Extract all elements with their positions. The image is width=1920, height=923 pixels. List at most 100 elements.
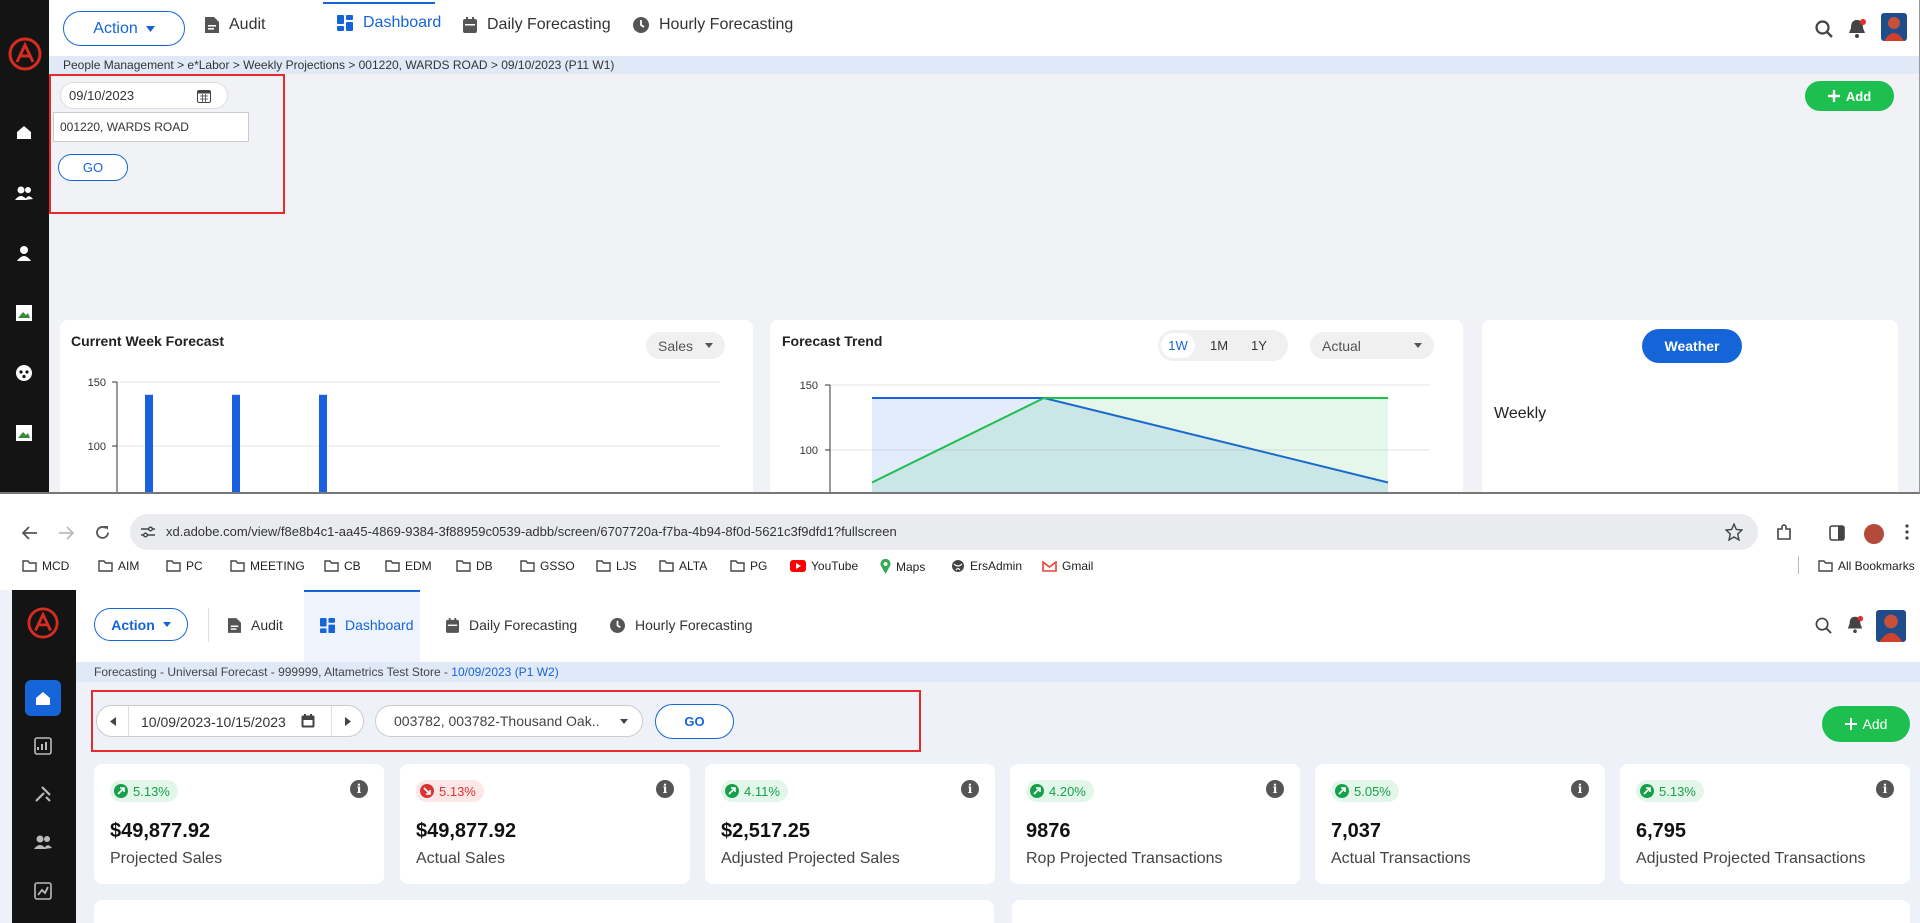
trend-up-icon xyxy=(1030,784,1044,798)
bookmark-aim[interactable]: AIM xyxy=(98,559,139,573)
y-tick-label: 150 xyxy=(88,377,106,389)
action-dropdown-button[interactable]: Action xyxy=(63,11,185,46)
address-bar[interactable]: xd.adobe.com/view/f8e8b4c1-aa45-4869-938… xyxy=(130,514,1758,550)
bookmark-label: YouTube xyxy=(811,559,859,573)
weather-button[interactable]: Weather xyxy=(1642,329,1742,363)
bookmark-meeting[interactable]: MEETING xyxy=(230,559,305,573)
users-icon[interactable] xyxy=(34,834,52,850)
next-week-button[interactable] xyxy=(331,706,363,736)
info-icon[interactable]: i xyxy=(1876,780,1894,798)
app-logo-icon[interactable] xyxy=(7,36,43,72)
bell-icon[interactable] xyxy=(1846,615,1864,633)
go-button[interactable]: GO xyxy=(655,704,734,739)
avatar[interactable] xyxy=(1881,13,1907,41)
home-icon[interactable] xyxy=(25,680,61,716)
image-icon[interactable] xyxy=(12,301,36,325)
folder-icon xyxy=(456,560,471,572)
analytics-icon[interactable] xyxy=(34,737,52,755)
kpi-pct: 5.13% xyxy=(439,783,476,799)
bookmark-mcd[interactable]: MCD xyxy=(22,559,69,573)
bookmark-pc[interactable]: PC xyxy=(166,559,203,573)
breadcrumb-separator: - xyxy=(156,665,168,679)
bookmark-alta[interactable]: ALTA xyxy=(659,559,707,573)
tools-icon[interactable] xyxy=(34,785,52,803)
kpi-trend-badge: 5.13% xyxy=(416,780,484,802)
store-select[interactable]: 003782, 003782-Thousand Oak.. xyxy=(375,705,643,737)
calendar-icon xyxy=(446,617,459,633)
forward-icon[interactable] xyxy=(58,526,74,540)
nav-daily-forecasting-label: Daily Forecasting xyxy=(469,617,578,633)
image-icon[interactable] xyxy=(12,421,36,445)
go-label: GO xyxy=(82,160,104,175)
home-icon[interactable] xyxy=(12,120,36,144)
nav-daily-forecasting[interactable]: Daily Forecasting xyxy=(446,617,577,633)
back-icon[interactable] xyxy=(22,526,38,540)
info-icon[interactable]: i xyxy=(961,780,979,798)
site-settings-icon[interactable] xyxy=(140,525,156,539)
nav-audit[interactable]: Audit xyxy=(205,16,265,34)
add-button[interactable]: Add xyxy=(1822,706,1910,742)
bell-icon[interactable] xyxy=(1847,18,1867,38)
profile-avatar[interactable] xyxy=(1864,524,1884,544)
bookmark-cb[interactable]: CB xyxy=(324,559,361,573)
extensions-icon[interactable] xyxy=(1775,524,1793,542)
kpi-trend-badge: 4.20% xyxy=(1026,780,1094,802)
bookmark-gmail[interactable]: Gmail xyxy=(1042,559,1093,573)
reload-icon[interactable] xyxy=(95,525,110,540)
bookmark-gsso[interactable]: GSSO xyxy=(520,559,575,573)
more-menu-icon[interactable] xyxy=(1905,524,1909,540)
bookmark-db[interactable]: DB xyxy=(456,559,493,573)
breadcrumb-part[interactable]: Forecasting xyxy=(94,665,157,679)
all-bookmarks[interactable]: All Bookmarks xyxy=(1818,559,1915,573)
reports-icon[interactable] xyxy=(34,882,52,900)
breadcrumb-part[interactable]: 999999, Altametrics Test Store xyxy=(278,665,441,679)
bookmark-label: MEETING xyxy=(250,559,305,573)
date-picker-input[interactable]: 09/10/2023 xyxy=(60,82,228,109)
kpi-value: $49,877.92 xyxy=(110,820,211,842)
calendar-icon[interactable] xyxy=(197,89,211,103)
app-logo-icon[interactable] xyxy=(27,607,59,639)
bookmark-ljs[interactable]: LJS xyxy=(596,559,637,573)
bookmark-maps[interactable]: Maps xyxy=(880,559,925,574)
header-divider xyxy=(208,608,209,642)
kpi-pct: 4.20% xyxy=(1049,783,1086,799)
bottom-app-window: Action Audit Dashboard Daily Forecasting… xyxy=(0,590,1920,923)
info-icon[interactable]: i xyxy=(656,780,674,798)
bars-group xyxy=(145,394,327,492)
info-icon[interactable]: i xyxy=(1266,780,1284,798)
bookmark-pg[interactable]: PG xyxy=(730,559,767,573)
avatar[interactable] xyxy=(1876,610,1906,642)
user-icon[interactable] xyxy=(12,241,36,265)
bookmark-label: EDM xyxy=(405,559,432,573)
kpi-value: 9876 xyxy=(1026,820,1071,842)
prev-week-button[interactable] xyxy=(97,706,129,736)
nav-dashboard-label: Dashboard xyxy=(345,617,414,633)
breadcrumb-part[interactable]: Universal Forecast xyxy=(167,665,267,679)
store-input[interactable]: 001220, WARDS ROAD xyxy=(53,112,249,142)
bookmark-ersadmin[interactable]: ErsAdmin xyxy=(951,559,1022,573)
kpi-trend-badge: 4.11% xyxy=(721,780,788,802)
side-panel-icon[interactable] xyxy=(1829,525,1845,541)
calendar-icon[interactable] xyxy=(301,714,315,728)
action-dropdown-button[interactable]: Action xyxy=(94,608,188,641)
go-button[interactable]: GO xyxy=(58,154,128,181)
nav-dashboard[interactable]: Dashboard xyxy=(337,14,441,32)
star-icon[interactable] xyxy=(1725,523,1743,541)
nav-audit[interactable]: Audit xyxy=(228,617,283,633)
nav-hourly-forecasting[interactable]: Hourly Forecasting xyxy=(610,617,753,633)
info-icon[interactable]: i xyxy=(1571,780,1589,798)
lower-card xyxy=(1012,900,1910,923)
search-icon[interactable] xyxy=(1815,20,1833,38)
bookmark-edm[interactable]: EDM xyxy=(385,559,432,573)
nav-dashboard[interactable]: Dashboard xyxy=(320,617,414,633)
support-icon[interactable] xyxy=(12,361,36,385)
date-range-value[interactable]: 10/09/2023-10/15/2023 xyxy=(141,714,286,730)
breadcrumb-text: People Management > e*Labor > Weekly Pro… xyxy=(63,58,615,72)
users-icon[interactable] xyxy=(12,181,36,205)
nav-daily-forecasting[interactable]: Daily Forecasting xyxy=(463,16,611,34)
add-button[interactable]: Add xyxy=(1805,81,1894,111)
info-icon[interactable]: i xyxy=(350,780,368,798)
bookmark-youtube[interactable]: YouTube xyxy=(790,559,858,573)
nav-hourly-forecasting[interactable]: Hourly Forecasting xyxy=(633,16,793,34)
search-icon[interactable] xyxy=(1815,617,1832,634)
